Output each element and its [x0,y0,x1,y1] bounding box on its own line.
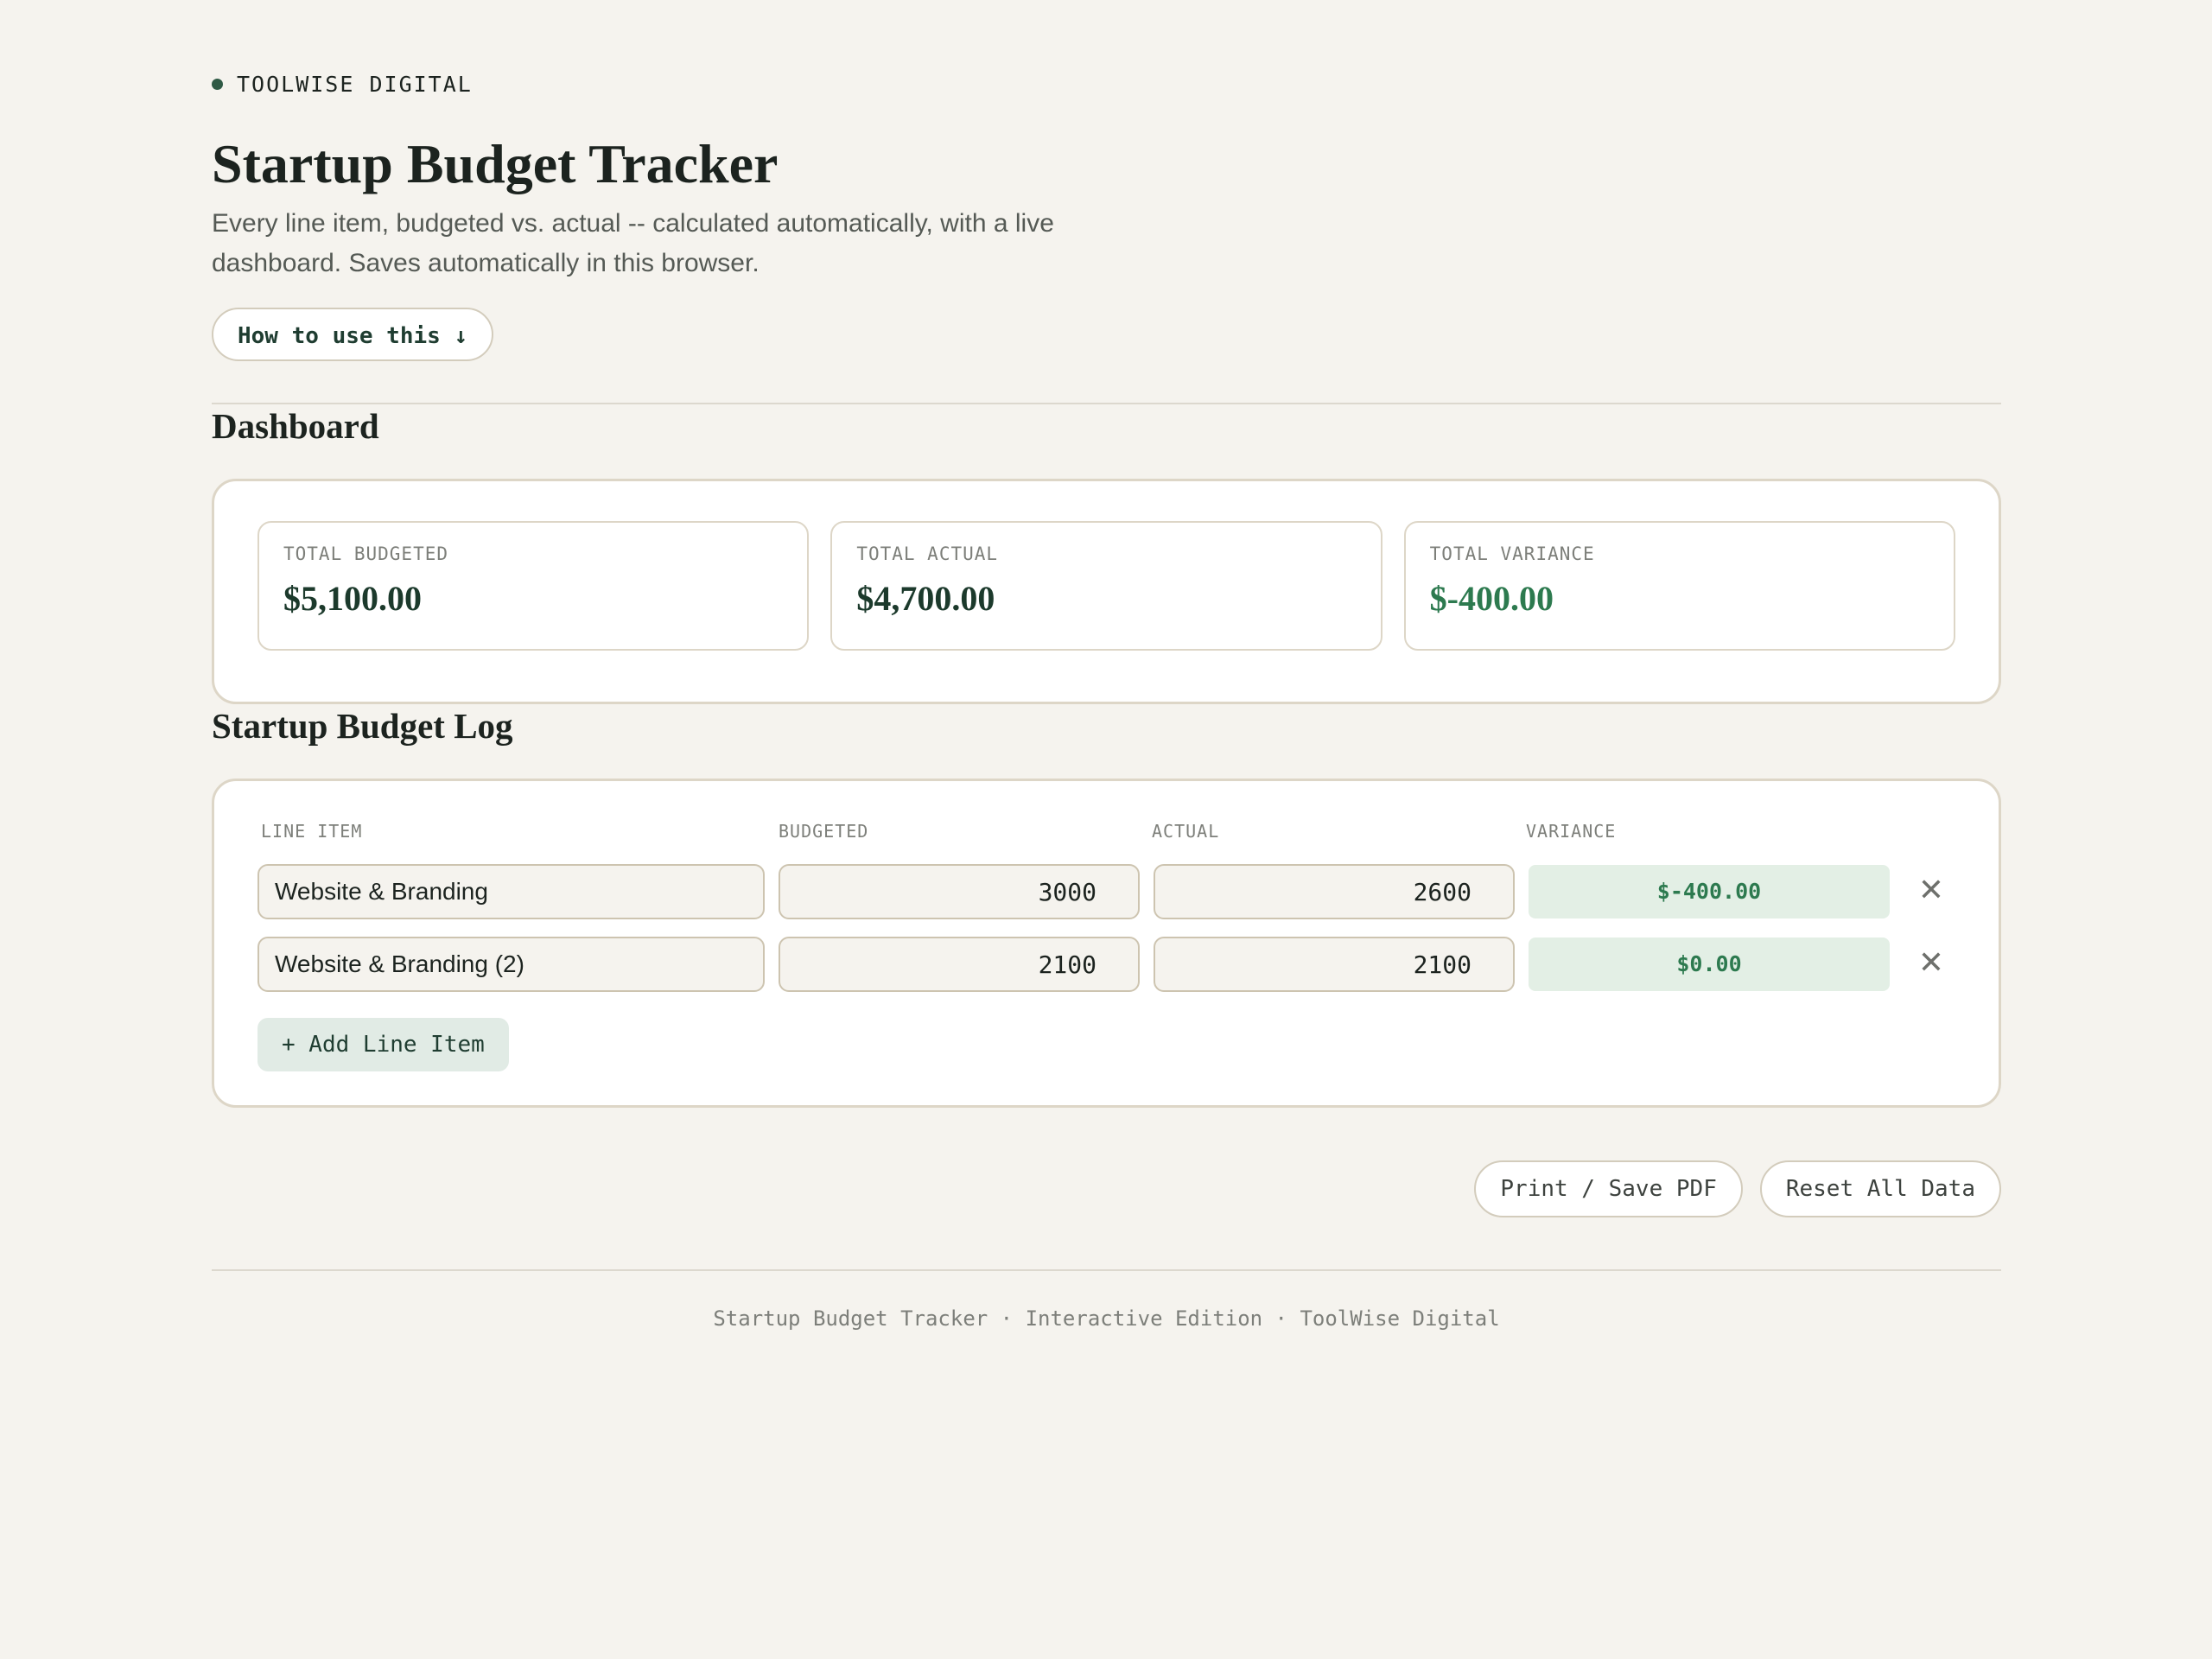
budget-log-title: Startup Budget Log [212,706,513,746]
column-header-budgeted: BUDGETED [779,821,869,842]
budgeted-input[interactable] [780,866,1138,918]
actual-field[interactable] [1154,864,1515,919]
dashboard-panel: TOTAL BUDGETED $5,100.00 TOTAL ACTUAL $4… [212,479,2001,704]
total-actual-value: $4,700.00 [856,579,995,618]
variance-cell: $-400.00 [1529,865,1890,918]
line-item-field[interactable] [257,864,765,919]
table-row: $-400.00 ✕ [257,864,1955,921]
variance-cell: $0.00 [1529,938,1890,991]
total-variance-value: $-400.00 [1429,579,1554,618]
action-bar: Print / Save PDF Reset All Data [212,1160,2001,1217]
budgeted-input[interactable] [780,938,1138,990]
line-item-field[interactable] [257,937,765,992]
column-header-line-item: LINE ITEM [261,821,363,842]
footer-divider [212,1269,2001,1271]
delete-row-icon[interactable]: ✕ [1912,864,1950,919]
line-item-input[interactable] [259,866,763,918]
budgeted-field[interactable] [779,937,1140,992]
total-actual-label: TOTAL ACTUAL [856,543,999,564]
page-subtitle: Every line item, budgeted vs. actual -- … [212,209,1054,277]
dashboard-title: Dashboard [212,406,379,446]
total-variance-label: TOTAL VARIANCE [1429,543,1595,564]
total-budgeted-label: TOTAL BUDGETED [283,543,449,564]
brand-dot-icon [212,78,223,90]
table-row: $0.00 ✕ [257,937,1955,994]
total-variance-card: TOTAL VARIANCE $-400.00 [1403,521,1955,651]
actual-field[interactable] [1154,937,1515,992]
budget-log-panel: LINE ITEM BUDGETED ACTUAL VARIANCE $-400… [212,779,2001,1108]
column-header-actual: ACTUAL [1152,821,1220,842]
total-actual-card: TOTAL ACTUAL $4,700.00 [830,521,1382,651]
total-budgeted-card: TOTAL BUDGETED $5,100.00 [257,521,810,651]
brand-name: TOOLWISE DIGITAL [237,71,473,97]
add-line-item-button[interactable]: + Add Line Item [257,1018,509,1071]
budgeted-field[interactable] [779,864,1140,919]
line-item-input[interactable] [259,938,763,990]
page-title: Startup Budget Tracker [212,133,779,194]
delete-row-icon[interactable]: ✕ [1912,937,1950,992]
column-header-variance: VARIANCE [1526,821,1617,842]
actual-input[interactable] [1155,866,1513,918]
footer-text: Startup Budget Tracker · Interactive Edi… [713,1306,1500,1331]
page: TOOLWISE DIGITAL Startup Budget Tracker … [212,0,2001,1331]
brand: TOOLWISE DIGITAL [212,71,2001,97]
total-budgeted-value: $5,100.00 [283,579,422,618]
how-to-use-button[interactable]: How to use this ↓ [212,308,494,361]
table-header: LINE ITEM BUDGETED ACTUAL VARIANCE [257,821,1955,845]
reset-all-data-button[interactable]: Reset All Data [1759,1160,2001,1217]
actual-input[interactable] [1155,938,1513,990]
print-save-pdf-button[interactable]: Print / Save PDF [1474,1160,1743,1217]
